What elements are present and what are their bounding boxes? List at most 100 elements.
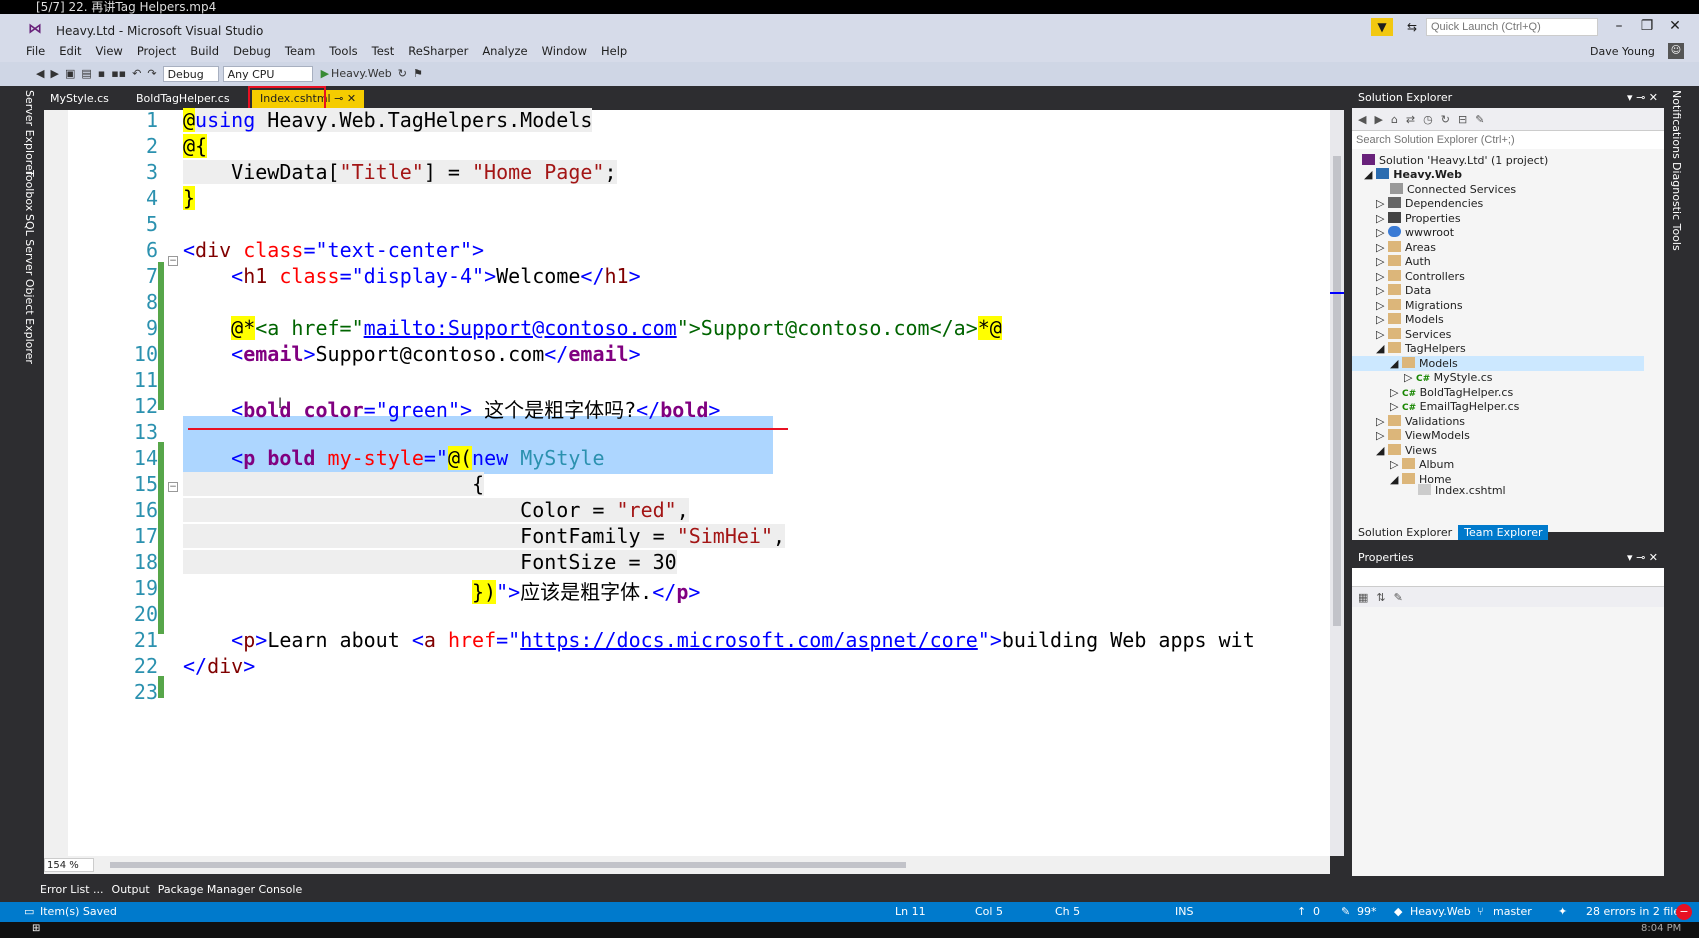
toolbox-tab[interactable]: Toolbox xyxy=(23,170,36,211)
menu-edit[interactable]: Edit xyxy=(59,44,81,58)
history-icon[interactable]: ◷ xyxy=(1423,113,1433,126)
menu-help[interactable]: Help xyxy=(601,44,627,58)
back-icon[interactable]: ◀ xyxy=(36,66,44,82)
editor-vertical-scrollbar[interactable] xyxy=(1330,110,1344,856)
minimize-icon[interactable]: – xyxy=(1605,18,1633,34)
windows-start-icon[interactable]: ⊞ xyxy=(32,923,40,934)
tree-item[interactable]: ▷ Data xyxy=(1376,283,1431,298)
zoom-select[interactable]: 154 % xyxy=(44,858,94,872)
menu-debug[interactable]: Debug xyxy=(233,44,271,58)
tree-item[interactable]: ▷ C# EmailTagHelper.cs xyxy=(1390,399,1519,414)
tree-item[interactable]: ▷ C# BoldTagHelper.cs xyxy=(1390,385,1513,400)
fold-icon[interactable]: − xyxy=(168,256,178,266)
tab-error-list[interactable]: Error List ... xyxy=(40,883,104,896)
menu-analyze[interactable]: Analyze xyxy=(482,44,527,58)
notifications-tab[interactable]: Notifications xyxy=(1670,90,1683,159)
tree-item[interactable]: ▷ Properties xyxy=(1376,211,1461,226)
status-branch[interactable]: master xyxy=(1493,902,1532,922)
start-icon[interactable]: ▶ xyxy=(321,66,329,82)
tab-mystyle[interactable]: MyStyle.cs xyxy=(42,90,117,108)
filter-icon[interactable]: ▼ xyxy=(1371,18,1393,36)
menu-view[interactable]: View xyxy=(96,44,123,58)
menu-tools[interactable]: Tools xyxy=(329,44,357,58)
sync-icon[interactable]: ⇄ xyxy=(1406,113,1415,126)
feedback-icon[interactable]: ⇆ xyxy=(1403,18,1421,36)
tab-package-manager-console[interactable]: Package Manager Console xyxy=(158,883,302,896)
wrench-icon[interactable]: ✎ xyxy=(1475,113,1484,126)
avatar[interactable]: ☺ xyxy=(1668,43,1684,59)
status-errors[interactable]: 28 errors in 2 files xyxy=(1586,902,1686,922)
tree-item[interactable]: ▷ C# MyStyle.cs xyxy=(1404,370,1493,385)
tab-team-explorer[interactable]: Team Explorer xyxy=(1458,524,1549,540)
start-project-button[interactable]: Heavy.Web xyxy=(331,66,392,82)
sql-server-explorer-tab[interactable]: SQL Server Object Explorer xyxy=(23,214,36,364)
maximize-icon[interactable]: ❐ xyxy=(1633,18,1661,34)
quick-launch-input[interactable] xyxy=(1426,18,1598,36)
home-icon[interactable]: ⌂ xyxy=(1391,113,1398,126)
close-icon[interactable]: ✕ xyxy=(347,92,356,105)
tree-item[interactable]: ▷ Validations xyxy=(1376,414,1465,429)
open-icon[interactable]: ▤ xyxy=(81,66,91,82)
tree-item[interactable]: ▷ Areas xyxy=(1376,240,1436,255)
collapse-icon[interactable]: ⊟ xyxy=(1458,113,1467,126)
tree-item[interactable]: ▷ Models xyxy=(1376,312,1444,327)
diagnostic-tools-tab[interactable]: Diagnostic Tools xyxy=(1670,162,1683,251)
tab-boldtaghelper[interactable]: BoldTagHelper.cs xyxy=(128,90,238,108)
bookmark-icon[interactable]: ⚑ xyxy=(413,66,423,82)
config-select[interactable]: Debug xyxy=(162,66,219,82)
tree-item[interactable]: ◢ Models xyxy=(1390,356,1458,371)
tab-output[interactable]: Output xyxy=(112,883,150,896)
pin-icon[interactable]: ⊸ xyxy=(334,92,343,105)
platform-select[interactable]: Any CPU xyxy=(222,66,313,82)
menu-build[interactable]: Build xyxy=(190,44,219,58)
close-icon[interactable]: ✕ xyxy=(1649,91,1658,104)
undo-icon[interactable]: ↶ xyxy=(132,66,141,82)
properties-object-select[interactable] xyxy=(1352,568,1664,587)
scroll-thumb[interactable] xyxy=(1333,156,1341,626)
back-icon[interactable]: ◀ xyxy=(1358,113,1366,126)
menu-test[interactable]: Test xyxy=(372,44,395,58)
alphabetical-icon[interactable]: ⇅ xyxy=(1376,591,1385,604)
pin-icon[interactable]: ⊸ xyxy=(1636,91,1645,104)
tab-solution-explorer[interactable]: Solution Explorer xyxy=(1352,524,1459,540)
menu-window[interactable]: Window xyxy=(542,44,587,58)
wrench-icon[interactable]: ✎ xyxy=(1394,591,1403,604)
menu-file[interactable]: File xyxy=(26,44,45,58)
tree-item[interactable]: Connected Services xyxy=(1390,182,1516,197)
solution-search-input[interactable] xyxy=(1352,131,1664,149)
fold-icon[interactable]: − xyxy=(168,482,178,492)
redo-icon[interactable]: ↷ xyxy=(147,66,156,82)
horizontal-scroll-thumb[interactable] xyxy=(110,862,906,868)
save-all-icon[interactable]: ▪▪ xyxy=(111,66,126,82)
dropdown-icon[interactable]: ▾ xyxy=(1627,551,1633,564)
tree-item[interactable]: ▷ Controllers xyxy=(1376,269,1465,284)
close-icon[interactable]: ✕ xyxy=(1661,18,1689,34)
menu-team[interactable]: Team xyxy=(285,44,315,58)
tree-item[interactable]: ◢ Views xyxy=(1376,443,1437,458)
tree-item[interactable]: ▷ ViewModels xyxy=(1376,428,1470,443)
refresh-icon[interactable]: ↻ xyxy=(398,66,407,82)
menu-project[interactable]: Project xyxy=(137,44,176,58)
tree-item[interactable]: ▷ wwwroot xyxy=(1376,225,1454,240)
status-project[interactable]: Heavy.Web xyxy=(1410,902,1471,922)
pin-icon[interactable]: ⊸ xyxy=(1636,551,1645,564)
refresh-icon[interactable]: ↻ xyxy=(1441,113,1450,126)
tree-item-solution[interactable]: Solution 'Heavy.Ltd' (1 project) xyxy=(1362,153,1548,168)
forward-icon[interactable]: ▶ xyxy=(50,66,58,82)
tree-item[interactable]: ▷ Services xyxy=(1376,327,1451,342)
error-icon[interactable]: − xyxy=(1676,904,1692,920)
menu-resharper[interactable]: ReSharper xyxy=(408,44,468,58)
user-name[interactable]: Dave Young xyxy=(1590,45,1655,58)
tree-item[interactable]: ▷ Auth xyxy=(1376,254,1431,269)
forward-icon[interactable]: ▶ xyxy=(1374,113,1382,126)
tree-item[interactable]: ▷ Dependencies xyxy=(1376,196,1483,211)
status-changes[interactable]: 99* xyxy=(1357,902,1377,922)
save-icon[interactable]: ▪ xyxy=(98,66,105,82)
tree-item[interactable]: Index.cshtml xyxy=(1418,483,1506,498)
tree-item-project[interactable]: ◢ Heavy.Web xyxy=(1364,167,1462,182)
dropdown-icon[interactable]: ▾ xyxy=(1627,91,1633,104)
close-icon[interactable]: ✕ xyxy=(1649,551,1658,564)
status-unpushed[interactable]: 0 xyxy=(1313,902,1320,922)
tree-item[interactable]: ▷ Migrations xyxy=(1376,298,1463,313)
new-project-icon[interactable]: ▣ xyxy=(65,66,75,82)
